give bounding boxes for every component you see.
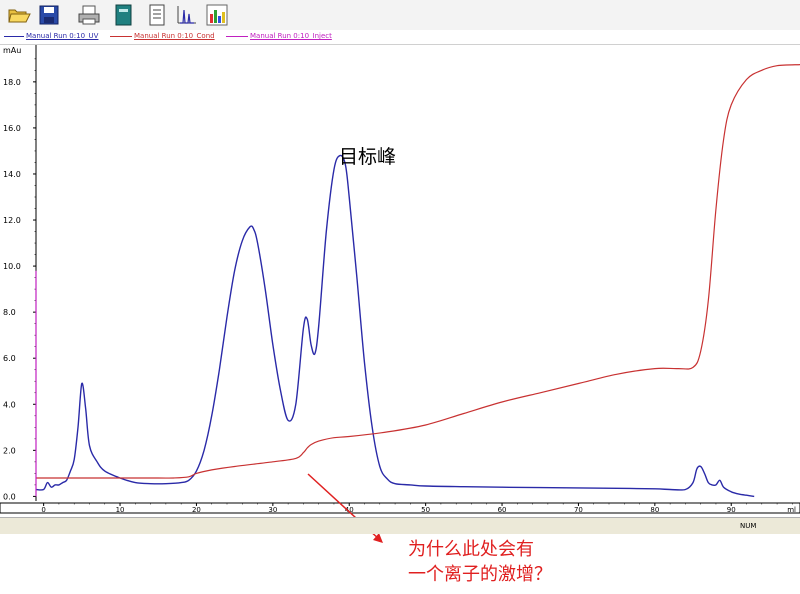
num-lock-indicator: NUM [740, 522, 757, 530]
legend-inject-swatch [226, 36, 248, 37]
uv-trace [35, 154, 755, 498]
legend-inject-label[interactable]: Manual Run 0:10_Inject [250, 32, 332, 41]
conductivity-trace [35, 64, 800, 479]
toolbar [0, 0, 800, 30]
y-tick-label: 18.0 [3, 78, 21, 87]
y-tick-label: 10.0 [3, 262, 21, 271]
legend-cond-label[interactable]: Manual Run 0:10_Cond [134, 32, 215, 41]
x-tick-label: 60 [498, 506, 507, 514]
legend-cond-swatch [110, 36, 132, 37]
y-tick-label: 16.0 [3, 124, 21, 133]
open-folder-icon[interactable] [6, 2, 32, 28]
legend: Manual Run 0:10_UV Manual Run 0:10_Cond … [0, 31, 800, 45]
save-icon[interactable] [36, 2, 62, 28]
y-unit-label: mAu [3, 46, 21, 55]
print-icon[interactable] [76, 2, 102, 28]
notebook-icon[interactable] [110, 2, 136, 28]
y-tick-label: 8.0 [3, 308, 16, 317]
document-icon[interactable] [144, 2, 170, 28]
chromatogram-chart: 0.0 2.0 4.0 6.0 8.0 10.0 12.0 14.0 16.0 18.0 mAu 0 1… [0, 45, 800, 514]
y-tick-label: 14.0 [3, 170, 21, 179]
series-layer [35, 64, 800, 498]
y-tick-label: 12.0 [3, 216, 21, 225]
y-tick-label: 0.0 [3, 492, 16, 501]
question-annotation-line2: 一个离子的激增？ [408, 564, 552, 585]
y-tick-label: 2.0 [3, 446, 16, 455]
y-tick-label: 4.0 [3, 400, 16, 409]
axes: 0.0 2.0 4.0 6.0 8.0 10.0 12.0 14.0 16.0 18.0 mAu 0 1… [0, 45, 800, 514]
x-tick-label: 30 [268, 506, 277, 514]
peak-chromatogram-icon[interactable] [174, 2, 200, 28]
y-tick-label: 6.0 [3, 354, 16, 363]
legend-uv-label[interactable]: Manual Run 0:10_UV [26, 32, 98, 41]
x-tick-label: 70 [574, 506, 583, 514]
question-annotation-line1: 为什么此处会有 [408, 539, 534, 560]
x-tick-label: 50 [421, 506, 430, 514]
target-peak-annotation: 目标峰 [339, 146, 397, 168]
bar-chart-icon[interactable] [204, 2, 230, 28]
x-tick-label: 90 [727, 506, 736, 514]
x-unit-label: ml [787, 506, 796, 514]
x-tick-label: 20 [192, 506, 201, 514]
annotation-arrow [307, 473, 383, 543]
legend-uv-swatch [4, 36, 24, 37]
x-tick-label: 0 [41, 506, 45, 514]
status-bar: NUM [0, 517, 800, 534]
x-tick-label: 10 [116, 506, 125, 514]
x-tick-label: 80 [650, 506, 659, 514]
